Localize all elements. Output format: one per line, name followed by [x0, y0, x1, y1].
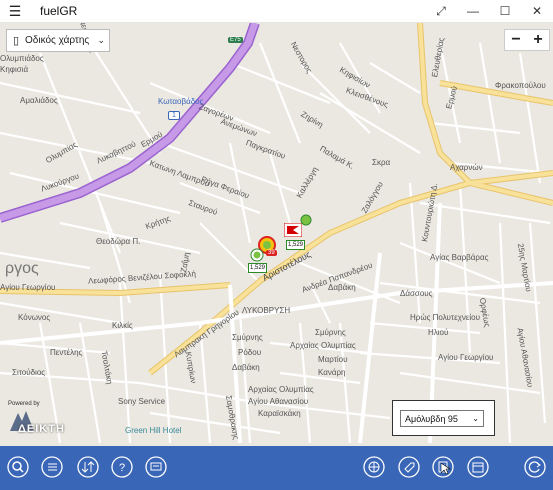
list-icon	[41, 456, 63, 478]
zoom-out-button[interactable]: −	[505, 30, 527, 50]
map-roads	[0, 23, 553, 444]
map-label: Σμύρνης	[315, 328, 346, 337]
fuel-type-panel: Αμόλυβδη 95 ⌄	[392, 400, 495, 436]
refresh-button[interactable]	[523, 455, 547, 479]
hamburger-icon[interactable]: ☰	[0, 0, 30, 22]
map-layer-icon: ▯	[12, 35, 20, 47]
search-button[interactable]	[6, 455, 30, 479]
chat-icon	[145, 456, 167, 478]
fuel-type-value: Αμόλυβδη 95	[405, 413, 458, 424]
map-view[interactable]: E75 1 Ολυμπιάδος Αμαλιάδος Ολυμπίας Λυκο…	[0, 23, 553, 446]
title-bar: ☰ fuelGR ⤢ — ☐ ✕	[0, 0, 553, 23]
zoom-in-button[interactable]: +	[527, 30, 549, 50]
map-label: Μαρτίου	[318, 355, 348, 364]
tag-icon	[398, 456, 420, 478]
mouse-cursor-icon	[441, 463, 451, 475]
map-label: Σμύρνης	[232, 333, 263, 342]
map-label: Φρακοπούλου	[495, 81, 546, 90]
globe-icon	[363, 456, 385, 478]
map-label: ργος	[5, 260, 39, 277]
map-layer-select[interactable]: ▯ Οδικός χάρτης ⌄	[6, 29, 110, 52]
map-label: Αχαρνών	[450, 163, 483, 172]
bp-logo-icon	[300, 214, 312, 226]
map-label: Ρόδου	[238, 348, 262, 357]
bottom-toolbar: ?	[0, 446, 553, 490]
map-label: ΛΥΚΟΒΡΥΣΗ	[242, 306, 291, 315]
map-label: Δαβάκη	[232, 363, 260, 372]
minimize-icon[interactable]: —	[457, 0, 489, 22]
app-title: fuelGR	[40, 4, 78, 18]
map-label: Sony Service	[118, 397, 166, 406]
map-label: Green Hill Hotel	[125, 426, 182, 435]
road-badge-1: 1	[168, 111, 180, 120]
map-label: Αμαλιάδος	[20, 96, 58, 105]
road-badge-e75: E75	[228, 37, 243, 43]
map-label: Κωταοβάδος	[158, 97, 204, 106]
map-label: Ηρώς Πολυτεχνείου	[410, 313, 481, 322]
map-label: Αγίου Γεωργίου	[0, 283, 56, 292]
chevron-down-icon: ⌄	[97, 35, 105, 45]
map-label: Πεντέλης	[50, 348, 83, 357]
map-label: Ηλιού	[428, 328, 449, 337]
map-label: Κόνωνος	[18, 313, 51, 322]
refresh-icon	[524, 456, 546, 478]
fuel-type-select[interactable]: Αμόλυβδη 95 ⌄	[400, 410, 484, 427]
map-label: Κηφισιά	[0, 65, 29, 74]
map-label: Σκρα	[372, 158, 391, 167]
powered-by-logo: Powered by ΔΕΙΚΤΗ	[4, 399, 64, 441]
sort-icon	[77, 456, 99, 478]
globe-button[interactable]	[362, 455, 386, 479]
logo-name: ΔΕΙΚΤΗ	[18, 423, 65, 435]
fullscreen-icon[interactable]: ⤢	[425, 0, 457, 22]
station-price-bp: 1,529	[248, 263, 268, 273]
map-label: Αγίου Γεωργίου	[438, 353, 494, 362]
map-label: Δαβάκη	[328, 283, 356, 292]
calendar-button[interactable]	[466, 455, 490, 479]
help-icon: ?	[111, 456, 133, 478]
help-button[interactable]: ?	[110, 455, 134, 479]
chevron-down-icon: ⌄	[472, 414, 479, 423]
map-label: Καραϊσκάκη	[258, 409, 301, 418]
maximize-icon[interactable]: ☐	[489, 0, 521, 22]
map-label: Αγίου Αθανασίου	[248, 397, 309, 406]
svg-text:?: ?	[119, 462, 125, 474]
map-layer-value: Οδικός χάρτης	[25, 35, 90, 46]
window-controls: ⤢ — ☐ ✕	[425, 0, 553, 22]
bp-logo-icon	[250, 248, 264, 262]
map-label: Κιλκίς	[112, 321, 133, 330]
sort-button[interactable]	[76, 455, 100, 479]
zoom-controls: − +	[504, 29, 550, 51]
station-list-button[interactable]	[431, 455, 455, 479]
map-label: Αρχαίας Ολυμπίας	[290, 341, 356, 350]
station-marker-badge[interactable]: 39	[266, 250, 277, 256]
tag-button[interactable]	[397, 455, 421, 479]
map-label: Αρχαίας Ολυμπίας	[248, 385, 314, 394]
close-icon[interactable]: ✕	[521, 0, 553, 22]
station-count-badge: 39	[266, 250, 277, 256]
map-label: Ολυμπιάδος	[0, 54, 44, 63]
map-label: Κανάρη	[318, 368, 346, 377]
station-price-eko: 1,529	[286, 240, 306, 250]
map-label: Σιτούδιος	[12, 368, 46, 377]
calendar-icon	[467, 456, 489, 478]
map-label: Αγίας Βαρβάρας	[430, 253, 489, 262]
list-button[interactable]	[40, 455, 64, 479]
map-label: Δάσσους	[400, 289, 433, 298]
map-label: Θεοδώρα Π.	[96, 237, 141, 246]
chat-button[interactable]	[144, 455, 168, 479]
search-icon	[7, 456, 29, 478]
